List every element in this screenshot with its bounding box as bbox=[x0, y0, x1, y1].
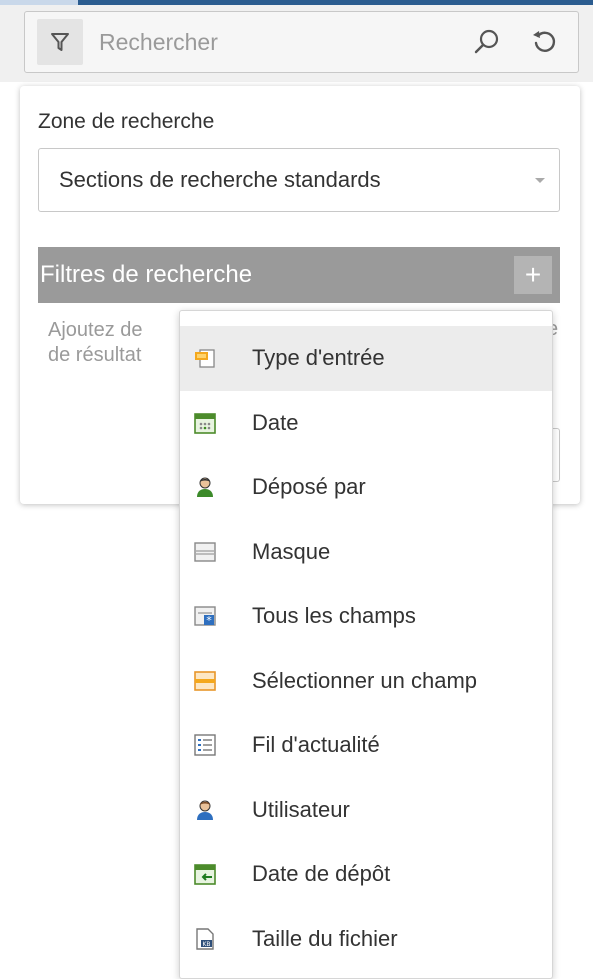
menu-item-label: Déposé par bbox=[252, 474, 366, 500]
filters-header: Filtres de recherche + bbox=[38, 247, 560, 303]
zone-select[interactable]: Sections de recherche standards bbox=[38, 148, 560, 212]
reset-icon bbox=[533, 31, 556, 52]
svg-text:KB: KB bbox=[202, 941, 210, 948]
menu-item-tous-les-champs[interactable]: * Tous les champs bbox=[180, 584, 552, 649]
menu-item-label: Fil d'actualité bbox=[252, 732, 380, 758]
menu-item-label: Masque bbox=[252, 538, 331, 564]
menu-item-label: Date de dépôt bbox=[252, 861, 391, 887]
filters-hint-line1: Ajoutez de bbox=[48, 319, 143, 341]
filter-button[interactable] bbox=[37, 19, 83, 65]
top-accent-line bbox=[0, 0, 593, 5]
mask-icon bbox=[194, 542, 216, 562]
zone-select-value: Sections de recherche standards bbox=[59, 167, 381, 192]
add-filter-menu: Type d'entrée Date Déposé par Masque * T… bbox=[179, 310, 553, 979]
menu-list: Type d'entrée Date Déposé par Masque * T… bbox=[180, 326, 552, 971]
reset-button[interactable] bbox=[527, 25, 561, 59]
entry-type-icon bbox=[195, 349, 215, 368]
menu-item-type-entree[interactable]: Type d'entrée bbox=[180, 326, 552, 391]
menu-item-label: Sélectionner un champ bbox=[252, 667, 478, 693]
zone-label: Zone de recherche bbox=[38, 110, 215, 133]
search-input[interactable] bbox=[99, 20, 439, 64]
deposit-date-icon bbox=[194, 864, 216, 886]
menu-item-selectionner-un-champ[interactable]: Sélectionner un champ bbox=[180, 649, 552, 714]
menu-item-depose-par[interactable]: Déposé par bbox=[180, 455, 552, 520]
file-size-icon: KB bbox=[196, 928, 214, 950]
search-icon bbox=[474, 29, 499, 54]
menu-item-utilisateur[interactable]: Utilisateur bbox=[180, 778, 552, 843]
filters-hint-line2: de résultat bbox=[48, 344, 142, 366]
user-green-icon bbox=[197, 477, 213, 498]
search-button[interactable] bbox=[470, 25, 504, 59]
menu-item-date-de-depot[interactable]: Date de dépôt bbox=[180, 842, 552, 907]
all-fields-icon: * bbox=[194, 606, 216, 627]
menu-item-label: Type d'entrée bbox=[252, 345, 385, 371]
menu-item-label: Date bbox=[252, 409, 299, 435]
calendar-icon bbox=[194, 412, 216, 434]
select-field-icon bbox=[194, 670, 216, 691]
menu-item-taille-du-fichier[interactable]: KB Taille du fichier bbox=[180, 907, 552, 972]
plus-icon: + bbox=[524, 259, 542, 290]
menu-item-label: Tous les champs bbox=[252, 603, 416, 629]
user-blue-icon bbox=[197, 800, 213, 820]
news-feed-icon bbox=[194, 734, 216, 756]
menu-item-label: Taille du fichier bbox=[252, 925, 398, 951]
menu-item-masque[interactable]: Masque bbox=[180, 520, 552, 585]
funnel-icon bbox=[51, 33, 69, 51]
menu-item-label: Utilisateur bbox=[252, 796, 350, 822]
menu-item-date[interactable]: Date bbox=[180, 391, 552, 456]
filters-hint: Ajoutez de de résultat bbox=[48, 318, 143, 368]
filters-title: Filtres de recherche bbox=[40, 261, 253, 288]
top-accent-highlight bbox=[0, 0, 78, 5]
menu-item-fil-actualite[interactable]: Fil d'actualité bbox=[180, 713, 552, 778]
chevron-down-icon bbox=[535, 178, 545, 183]
add-filter-button[interactable]: + bbox=[514, 256, 552, 294]
svg-text:*: * bbox=[206, 614, 212, 627]
search-bar bbox=[24, 11, 579, 73]
